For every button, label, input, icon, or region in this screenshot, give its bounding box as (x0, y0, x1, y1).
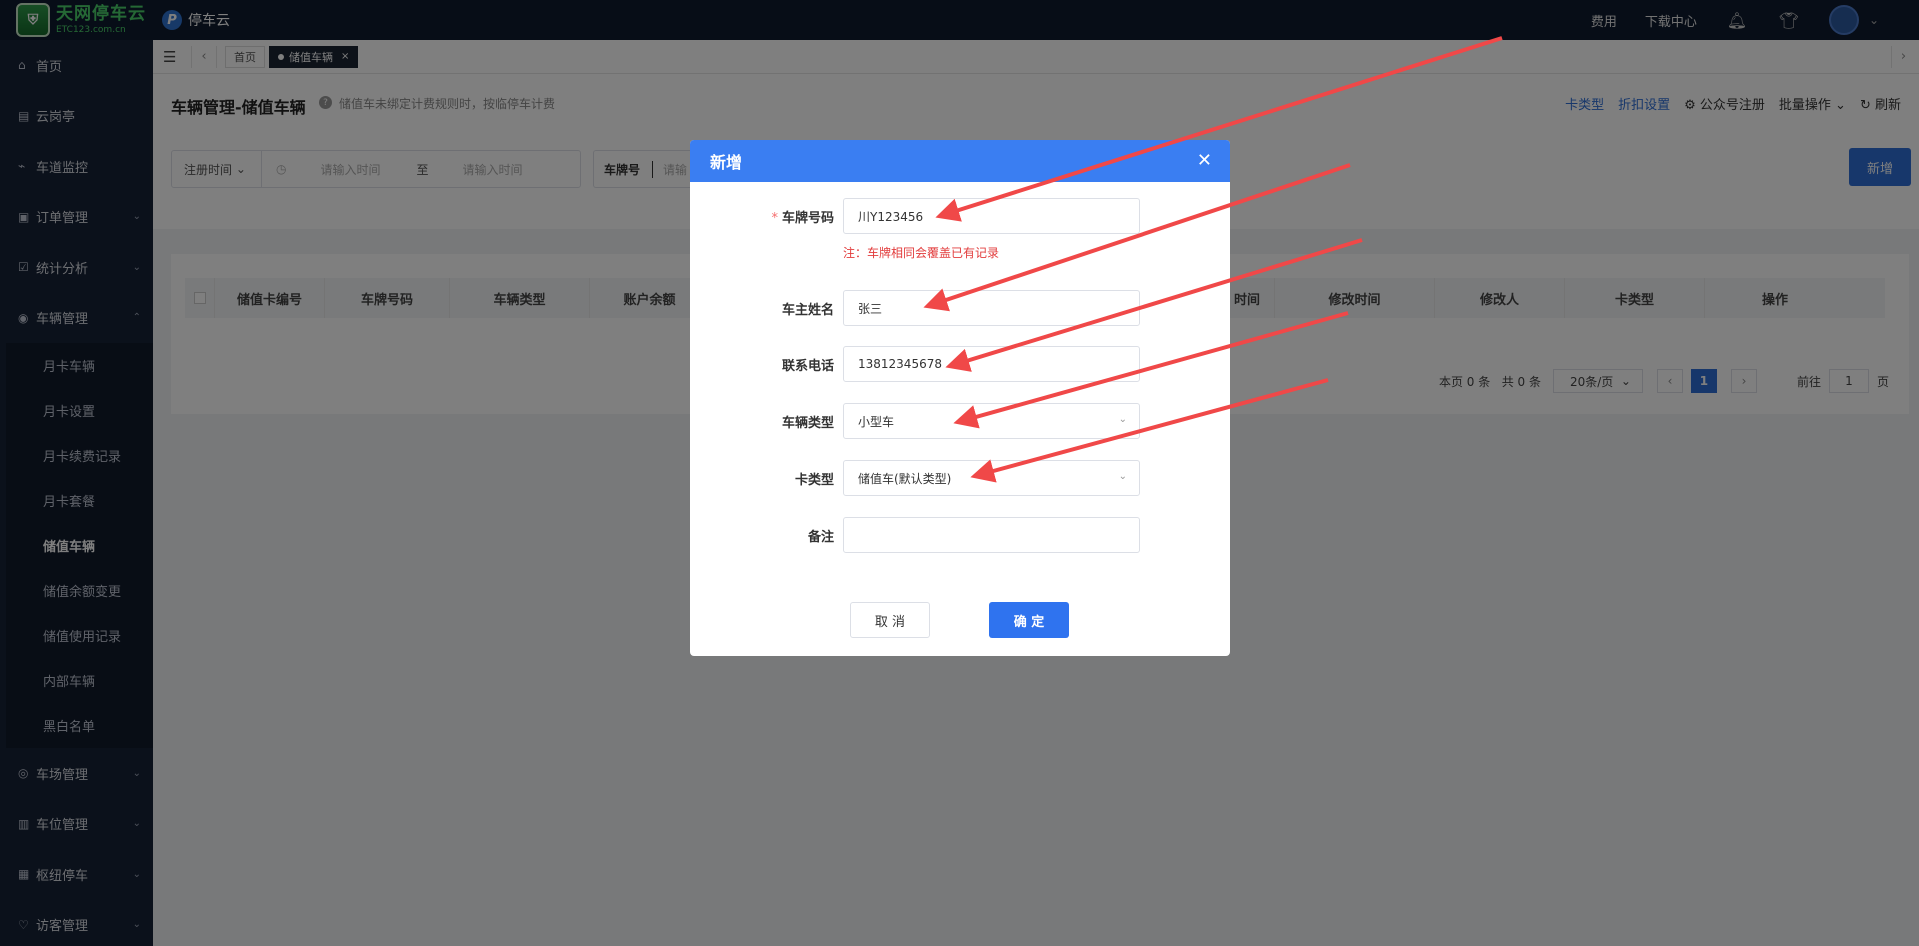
phone-input[interactable]: 13812345678 (843, 346, 1140, 382)
chevron-down-icon: ⌄ (1118, 471, 1127, 482)
phone-label: 联系电话 (781, 359, 834, 374)
dialog-header: 新增 ✕ (690, 140, 1230, 182)
required-mark: * (771, 211, 778, 226)
add-vehicle-dialog: 新增 ✕ * 车牌号码 川Y123456 注：车牌相同会覆盖已有记录 车主姓名 张… (690, 140, 1230, 656)
cancel-button[interactable]: 取 消 (850, 602, 930, 638)
vehicle-type-label: 车辆类型 (781, 416, 834, 431)
confirm-button[interactable]: 确 定 (989, 602, 1069, 638)
card-type-select[interactable]: 储值车(默认类型) ⌄ (843, 460, 1140, 496)
owner-input[interactable]: 张三 (843, 290, 1140, 326)
remark-input[interactable] (843, 517, 1140, 553)
close-icon[interactable]: ✕ (1197, 150, 1212, 171)
remark-label: 备注 (807, 530, 834, 545)
form-row-remark: 备注 (690, 517, 1230, 553)
vehicle-type-select[interactable]: 小型车 ⌄ (843, 403, 1140, 439)
plate-label: 车牌号码 (781, 211, 834, 226)
form-row-vehicle-type: 车辆类型 小型车 ⌄ (690, 403, 1230, 439)
plate-input[interactable]: 川Y123456 (843, 198, 1140, 234)
chevron-down-icon: ⌄ (1118, 414, 1127, 425)
card-type-label: 卡类型 (794, 473, 834, 488)
form-row-owner: 车主姓名 张三 (690, 290, 1230, 326)
form-row-card-type: 卡类型 储值车(默认类型) ⌄ (690, 460, 1230, 496)
form-row-phone: 联系电话 13812345678 (690, 346, 1230, 382)
dialog-title: 新增 (710, 153, 743, 172)
owner-label: 车主姓名 (781, 303, 834, 318)
plate-note: 注：车牌相同会覆盖已有记录 (843, 246, 1000, 260)
form-row-plate: * 车牌号码 川Y123456 (690, 198, 1230, 234)
